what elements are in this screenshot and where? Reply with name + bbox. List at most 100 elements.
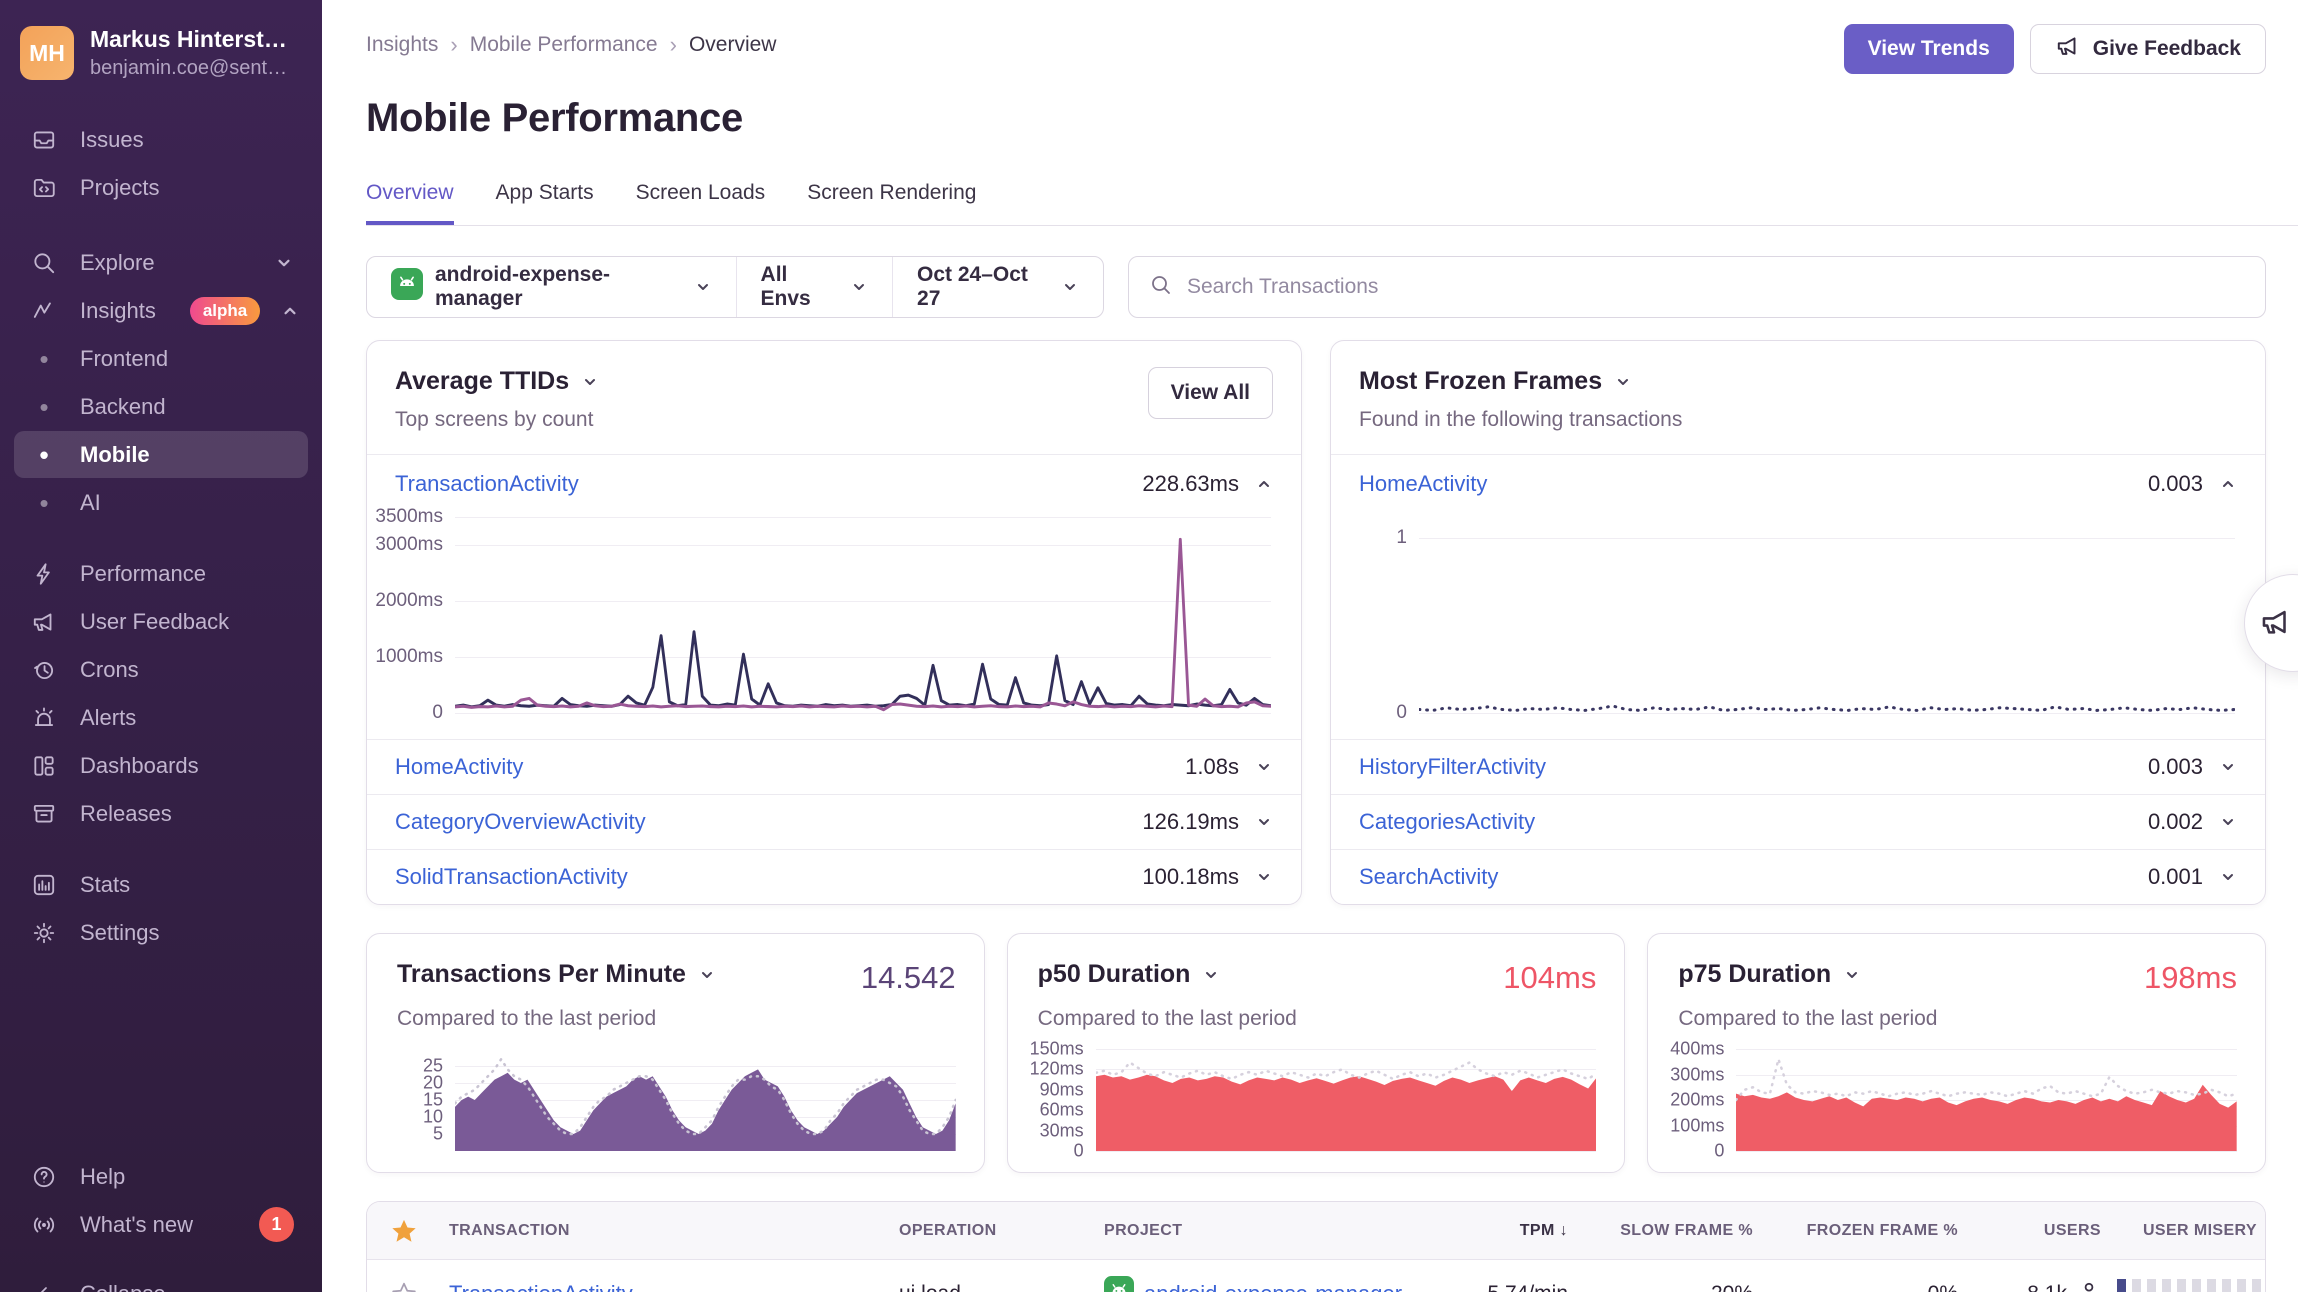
- broadcast-icon: [28, 1212, 60, 1238]
- history-filter-activity-link[interactable]: HistoryFilterActivity: [1359, 754, 1546, 780]
- most-frozen-frames-title[interactable]: Most Frozen Frames: [1359, 367, 1682, 396]
- sidebar-item-mobile[interactable]: • Mobile: [14, 431, 308, 478]
- tab-screen-loads[interactable]: Screen Loads: [636, 181, 766, 225]
- gear-icon: [28, 920, 60, 946]
- screen-row-category-overview-activity: CategoryOverviewActivity 126.19ms: [367, 794, 1301, 849]
- category-overview-activity-link[interactable]: CategoryOverviewActivity: [395, 809, 646, 835]
- chevron-down-icon: [581, 373, 599, 391]
- breadcrumb-mobile-performance[interactable]: Mobile Performance: [470, 33, 658, 57]
- project-link[interactable]: android-expense-manager: [1144, 1281, 1402, 1292]
- chevron-down-icon: [1061, 278, 1079, 296]
- search-transactions-input[interactable]: [1187, 275, 2245, 299]
- screen-row-home-activity-frozen: HomeActivity 0.003: [1331, 455, 2265, 513]
- chevron-down-icon: [1843, 966, 1861, 984]
- col-slow-frame[interactable]: SLOW FRAME %: [1576, 1222, 1761, 1240]
- date-range-filter[interactable]: Oct 24–Oct 27: [892, 257, 1103, 317]
- chevron-up-icon: [280, 301, 300, 321]
- sidebar-collapse-button[interactable]: Collapse: [14, 1270, 308, 1292]
- categories-activity-link[interactable]: CategoriesActivity: [1359, 809, 1535, 835]
- view-all-button[interactable]: View All: [1148, 367, 1273, 419]
- megaphone-icon: [2259, 605, 2293, 642]
- chevron-down-icon[interactable]: [1255, 813, 1273, 831]
- bullet-icon: •: [39, 490, 48, 516]
- sidebar-item-releases[interactable]: Releases: [14, 790, 308, 837]
- home-activity-link[interactable]: HomeActivity: [395, 754, 523, 780]
- col-users[interactable]: USERS: [1966, 1222, 2109, 1240]
- user-name: Markus Hinterst…: [90, 26, 287, 53]
- user-menu[interactable]: MH Markus Hinterst… benjamin.coe@sent…: [0, 0, 322, 90]
- chevron-down-icon: [1202, 966, 1220, 984]
- sidebar-item-ai[interactable]: • AI: [14, 479, 308, 526]
- col-transaction[interactable]: TRANSACTION: [441, 1222, 891, 1240]
- sidebar-item-help[interactable]: Help: [14, 1153, 308, 1200]
- tpm-title[interactable]: Transactions Per Minute: [397, 960, 716, 989]
- average-ttids-title[interactable]: Average TTIDs: [395, 367, 599, 396]
- chevron-down-icon[interactable]: [1255, 758, 1273, 776]
- transaction-activity-link[interactable]: TransactionActivity: [395, 471, 579, 497]
- tab-overview[interactable]: Overview: [366, 181, 454, 225]
- chevron-down-icon: [850, 278, 868, 296]
- sidebar-item-frontend[interactable]: • Frontend: [14, 335, 308, 382]
- user-misery-score-bar: [2117, 1279, 2261, 1292]
- user-email: benjamin.coe@sent…: [90, 57, 287, 80]
- frozen-frames-chart: 10: [1331, 513, 2265, 739]
- sidebar-item-explore[interactable]: Explore: [14, 239, 308, 286]
- table-row: TransactionActivity ui.load android-expe…: [367, 1260, 2265, 1292]
- megaphone-icon: [2055, 33, 2081, 65]
- screen-row-categories-activity: CategoriesActivity 0.002: [1331, 794, 2265, 849]
- projects-icon: [28, 175, 60, 201]
- avatar: MH: [20, 26, 74, 80]
- star-icon[interactable]: [367, 1217, 441, 1245]
- search-activity-link[interactable]: SearchActivity: [1359, 864, 1498, 890]
- insights-icon: [28, 298, 60, 324]
- sidebar-item-dashboards[interactable]: Dashboards: [14, 742, 308, 789]
- p50-title[interactable]: p50 Duration: [1038, 960, 1221, 989]
- sidebar-item-crons[interactable]: Crons: [14, 646, 308, 693]
- p75-chart: 400ms300ms200ms100ms0: [1668, 1049, 2237, 1151]
- tpm-cell: 5.74/min: [1471, 1282, 1576, 1292]
- sidebar-item-stats[interactable]: Stats: [14, 861, 308, 908]
- screen-row-solid-transaction-activity: SolidTransactionActivity 100.18ms: [367, 849, 1301, 904]
- p75-title[interactable]: p75 Duration: [1678, 960, 1861, 989]
- sidebar-item-projects[interactable]: Projects: [14, 164, 308, 211]
- sidebar-item-settings[interactable]: Settings: [14, 909, 308, 956]
- chevron-down-icon[interactable]: [2219, 813, 2237, 831]
- android-project-icon: [391, 268, 423, 306]
- project-filter[interactable]: android-expense-manager: [367, 257, 736, 317]
- sidebar-item-alerts[interactable]: Alerts: [14, 694, 308, 741]
- chevron-down-icon[interactable]: [2219, 758, 2237, 776]
- sidebar-item-insights[interactable]: Insights alpha: [14, 287, 308, 334]
- solid-transaction-activity-link[interactable]: SolidTransactionActivity: [395, 864, 628, 890]
- breadcrumb-overview: Overview: [689, 33, 777, 57]
- breadcrumb-insights[interactable]: Insights: [366, 33, 438, 57]
- sidebar-item-user-feedback[interactable]: User Feedback: [14, 598, 308, 645]
- chevron-up-icon[interactable]: [2219, 475, 2237, 493]
- chevron-down-icon[interactable]: [2219, 868, 2237, 886]
- chevron-up-icon[interactable]: [1255, 475, 1273, 493]
- chevron-down-icon[interactable]: [1255, 868, 1273, 886]
- tab-screen-rendering[interactable]: Screen Rendering: [807, 181, 976, 225]
- sidebar-item-backend[interactable]: • Backend: [14, 383, 308, 430]
- transaction-activity-link[interactable]: TransactionActivity: [449, 1281, 633, 1292]
- p75-duration-card: p75 Duration 198ms Compared to the last …: [1647, 933, 2266, 1173]
- col-tpm[interactable]: TPM ↓: [1471, 1222, 1576, 1240]
- sidebar-item-performance[interactable]: Performance: [14, 550, 308, 597]
- breadcrumb-separator-icon: ›: [670, 32, 677, 58]
- col-user-misery[interactable]: USER MISERY: [2109, 1222, 2265, 1240]
- sidebar-item-issues[interactable]: Issues: [14, 116, 308, 163]
- tab-app-starts[interactable]: App Starts: [496, 181, 594, 225]
- col-frozen-frame[interactable]: FROZEN FRAME %: [1761, 1222, 1966, 1240]
- screen-row-home-activity: HomeActivity 1.08s: [367, 739, 1301, 794]
- view-trends-button[interactable]: View Trends: [1844, 24, 2014, 74]
- home-activity-link[interactable]: HomeActivity: [1359, 471, 1487, 497]
- star-outline-icon[interactable]: [367, 1281, 441, 1292]
- breadcrumb-separator-icon: ›: [450, 32, 457, 58]
- clock-icon: [28, 657, 60, 683]
- col-operation[interactable]: OPERATION: [891, 1222, 1096, 1240]
- sidebar-item-whats-new[interactable]: What's new 1: [14, 1201, 308, 1248]
- table-header-row: TRANSACTION OPERATION PROJECT TPM ↓ SLOW…: [367, 1202, 2265, 1260]
- give-feedback-button[interactable]: Give Feedback: [2030, 24, 2266, 74]
- col-project[interactable]: PROJECT: [1096, 1222, 1471, 1240]
- project-cell: android-expense-manager: [1096, 1276, 1471, 1292]
- environment-filter[interactable]: All Envs: [736, 257, 892, 317]
